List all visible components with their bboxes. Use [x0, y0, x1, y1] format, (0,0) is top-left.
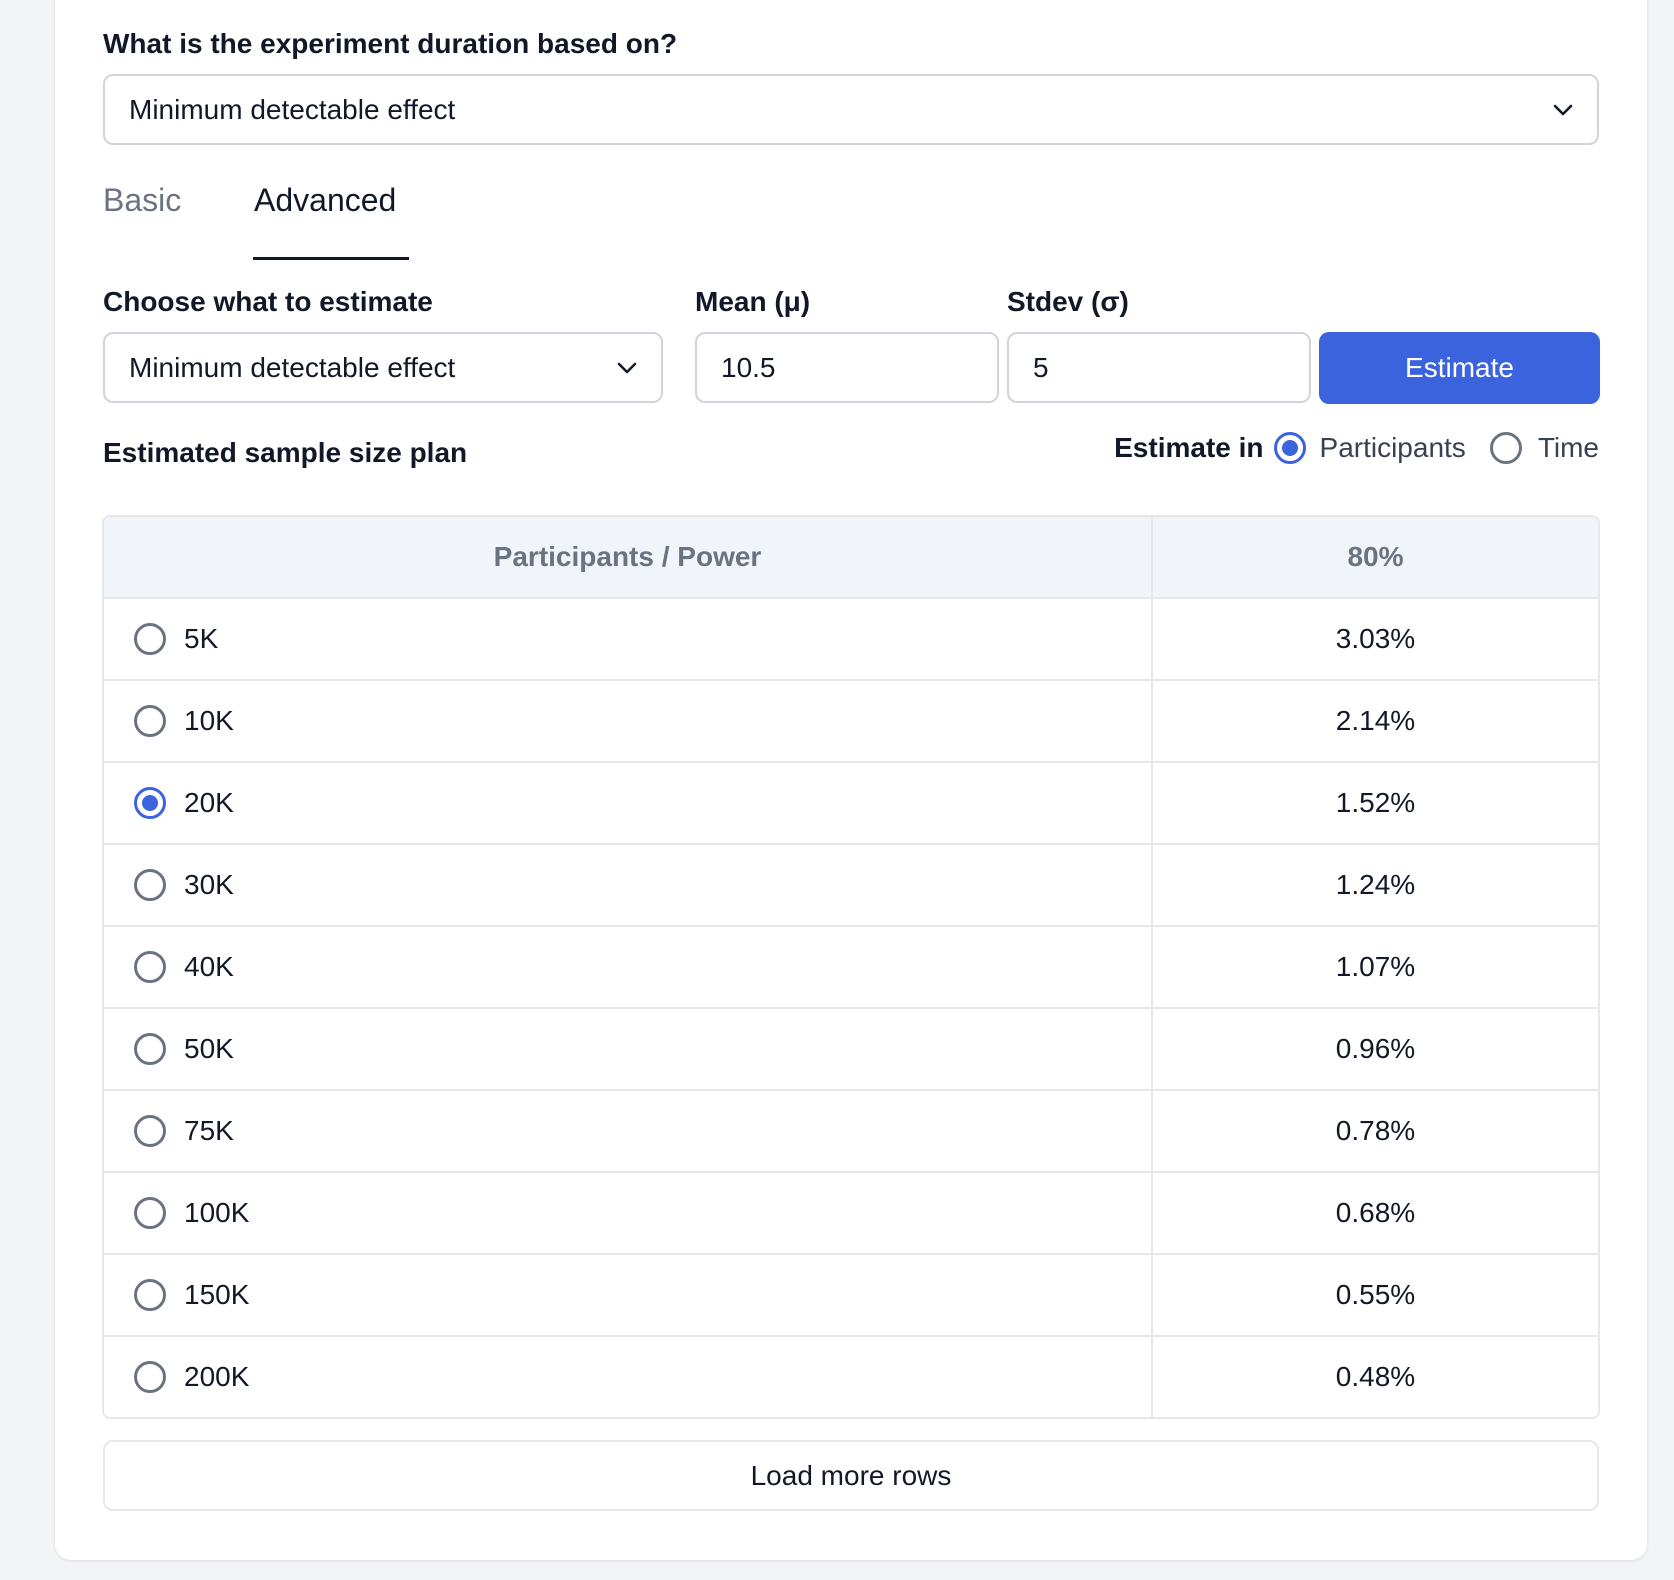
participants-option-label[interactable]: Participants [1320, 432, 1466, 464]
participants-count: 75K [184, 1115, 234, 1146]
duration-label: What is the experiment duration based on… [103, 28, 678, 59]
estimate-button[interactable]: Estimate [1319, 332, 1600, 404]
estimate-type-value: Minimum detectable effect [129, 351, 456, 383]
table-row[interactable]: 100K 0.68% [104, 1173, 1598, 1255]
table-row[interactable]: 10K 2.14% [104, 681, 1598, 763]
tab-active-indicator [253, 257, 409, 260]
mde-cell: 0.55% [1335, 1279, 1416, 1310]
mde-cell: 3.03% [1335, 623, 1416, 654]
table-body: 5K 3.03% 10K 2.14% 20K 1.52% 30K 1.24% 40K 1.07% 5… [104, 599, 1598, 1417]
mean-input[interactable]: 10.5 [695, 332, 999, 403]
table-header: Participants / Power 80% [104, 517, 1598, 599]
tab-basic[interactable]: Basic [103, 182, 181, 219]
row-radio[interactable] [134, 869, 166, 901]
table-row[interactable]: 20K 1.52% [104, 763, 1598, 845]
row-radio[interactable] [134, 787, 166, 819]
table-row[interactable]: 75K 0.78% [104, 1091, 1598, 1173]
mean-input-value: 10.5 [721, 351, 776, 383]
participants-count: 150K [184, 1279, 250, 1310]
sample-size-table: Participants / Power 80% 5K 3.03% 10K 2.14%… [102, 515, 1600, 1419]
participants-cell[interactable]: 75K [104, 1091, 1153, 1171]
participants-count: 50K [184, 1033, 234, 1064]
mean-label: Mean (μ) [695, 286, 811, 317]
participants-radio[interactable] [1273, 432, 1306, 464]
mde-cell: 0.68% [1335, 1197, 1416, 1228]
row-radio[interactable] [134, 1033, 166, 1065]
table-row[interactable]: 5K 3.03% [104, 599, 1598, 681]
time-option-label[interactable]: Time [1538, 432, 1599, 464]
duration-select[interactable]: Minimum detectable effect [103, 74, 1599, 145]
stdev-input-value: 5 [1033, 351, 1049, 383]
participants-cell[interactable]: 30K [104, 845, 1153, 925]
participants-count: 10K [184, 705, 234, 736]
participants-count: 5K [184, 623, 219, 654]
time-radio[interactable] [1489, 432, 1522, 464]
table-row[interactable]: 150K 0.55% [104, 1255, 1598, 1337]
participants-count: 40K [184, 951, 234, 982]
row-radio[interactable] [134, 623, 166, 655]
participants-count: 30K [184, 869, 234, 900]
mde-cell: 0.48% [1335, 1361, 1416, 1392]
table-row[interactable]: 50K 0.96% [104, 1009, 1598, 1091]
chevron-down-icon [617, 362, 637, 373]
participants-cell[interactable]: 150K [104, 1255, 1153, 1335]
mde-cell: 1.07% [1335, 951, 1416, 982]
estimate-type-select[interactable]: Minimum detectable effect [103, 332, 663, 403]
participants-count: 20K [184, 787, 234, 818]
stdev-label: Stdev (σ) [1007, 286, 1129, 317]
mde-cell: 0.96% [1335, 1033, 1416, 1064]
table-row[interactable]: 40K 1.07% [104, 927, 1598, 1009]
participants-cell[interactable]: 40K [104, 927, 1153, 1007]
participants-count: 100K [184, 1197, 250, 1228]
estimate-in-label: Estimate in [1114, 432, 1264, 463]
choose-estimate-label: Choose what to estimate [103, 286, 433, 317]
mde-cell: 2.14% [1335, 705, 1416, 736]
row-radio[interactable] [134, 1115, 166, 1147]
mde-cell: 1.24% [1335, 869, 1416, 900]
row-radio[interactable] [134, 1361, 166, 1393]
column-header-participants: Participants / Power [104, 517, 1153, 597]
row-radio[interactable] [134, 705, 166, 737]
participants-cell[interactable]: 200K [104, 1337, 1153, 1417]
tab-advanced[interactable]: Advanced [254, 182, 396, 219]
chevron-down-icon [1553, 104, 1573, 115]
participants-cell[interactable]: 10K [104, 681, 1153, 761]
mde-cell: 0.78% [1335, 1115, 1416, 1146]
stdev-input[interactable]: 5 [1007, 332, 1311, 403]
mde-cell: 1.52% [1335, 787, 1416, 818]
row-radio[interactable] [134, 951, 166, 983]
table-row[interactable]: 30K 1.24% [104, 845, 1598, 927]
participants-cell[interactable]: 50K [104, 1009, 1153, 1089]
plan-title: Estimated sample size plan [103, 437, 468, 468]
row-radio[interactable] [134, 1197, 166, 1229]
participants-cell[interactable]: 5K [104, 599, 1153, 679]
table-row[interactable]: 200K 0.48% [104, 1337, 1598, 1417]
participants-cell[interactable]: 20K [104, 763, 1153, 843]
row-radio[interactable] [134, 1279, 166, 1311]
participants-cell[interactable]: 100K [104, 1173, 1153, 1253]
load-more-button[interactable]: Load more rows [103, 1440, 1599, 1511]
column-header-power: 80% [1347, 541, 1404, 572]
duration-select-value: Minimum detectable effect [129, 93, 456, 125]
participants-count: 200K [184, 1361, 250, 1392]
estimate-in-group: Estimate in Participants Time [1114, 432, 1599, 464]
